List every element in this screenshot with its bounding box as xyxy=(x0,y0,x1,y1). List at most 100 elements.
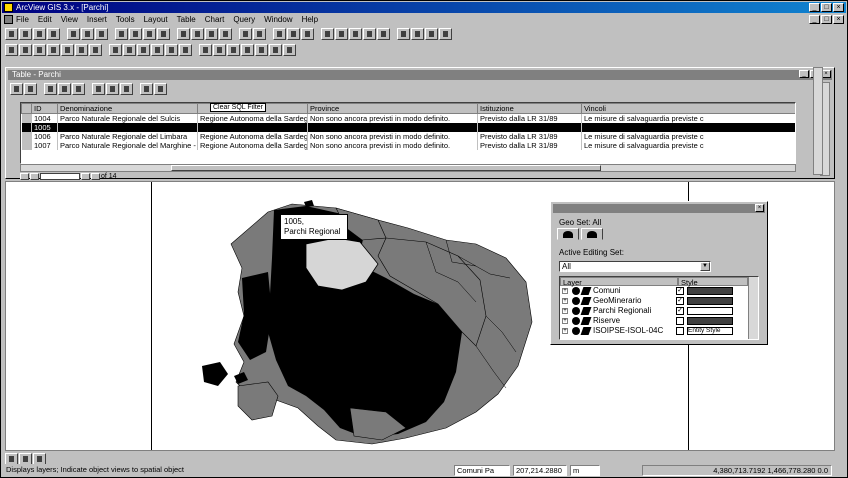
edit-icon[interactable] xyxy=(321,28,334,40)
cell-col4[interactable] xyxy=(307,123,478,132)
table-select-icon[interactable] xyxy=(10,83,23,95)
table-link-icon[interactable] xyxy=(120,83,133,95)
new-icon[interactable] xyxy=(5,28,18,40)
cell-col5[interactable]: Previsto dalla LR 31/89 xyxy=(477,141,582,150)
layer-row-parchi-regionali[interactable]: + Parchi Regionali ✓ xyxy=(560,306,758,316)
table-icon[interactable] xyxy=(239,28,252,40)
cell-col3[interactable]: Regione Autonoma della Sardegna xyxy=(197,132,308,141)
zoom-out-icon[interactable] xyxy=(129,28,142,40)
col-header-id[interactable]: ID xyxy=(31,103,58,114)
col-header-province[interactable]: Province xyxy=(307,103,478,114)
maximize-button[interactable]: □ xyxy=(821,3,832,12)
status-layer-select[interactable]: Comuni Pa xyxy=(454,465,510,476)
cell-col4[interactable]: Non sono ancora previsti in modo definit… xyxy=(307,113,478,123)
clear-sql-filter-button[interactable]: Clear SQL Filter xyxy=(210,103,266,112)
script-icon[interactable] xyxy=(283,44,296,56)
expand-icon[interactable]: + xyxy=(562,328,568,334)
layer-style-swatch[interactable] xyxy=(687,317,733,325)
cell-col5[interactable]: Previsto dalla LR 31/89 xyxy=(477,132,582,141)
cell-col5[interactable] xyxy=(477,123,582,132)
close-button[interactable]: × xyxy=(833,3,844,12)
menu-file[interactable]: File xyxy=(16,15,29,24)
table-sort-desc-icon[interactable] xyxy=(58,83,71,95)
mdi-close-button[interactable]: × xyxy=(833,15,844,24)
scrollbar-thumb[interactable] xyxy=(171,165,601,171)
status-unit[interactable]: m xyxy=(570,465,600,476)
pan-icon[interactable] xyxy=(143,28,156,40)
minimize-button[interactable]: _ xyxy=(809,3,820,12)
layer-control-close-button[interactable]: × xyxy=(755,204,764,212)
select-icon[interactable] xyxy=(157,28,170,40)
layer-checkbox[interactable] xyxy=(676,327,684,335)
visibility-icon[interactable] xyxy=(572,307,580,315)
cell-col3[interactable]: Regione Autonoma della Sardegna xyxy=(197,113,308,123)
line-icon[interactable] xyxy=(33,44,46,56)
cut-icon[interactable] xyxy=(67,28,80,40)
expand-icon[interactable]: + xyxy=(562,318,568,324)
label-icon[interactable] xyxy=(205,28,218,40)
layer-row-comuni[interactable]: + Comuni ✓ xyxy=(560,286,758,296)
export-icon[interactable] xyxy=(269,44,282,56)
merge-icon[interactable] xyxy=(377,28,390,40)
menu-chart[interactable]: Chart xyxy=(205,15,225,24)
cell-col3[interactable] xyxy=(197,123,308,132)
layer-icon[interactable] xyxy=(273,28,286,40)
attribute-grid[interactable]: ID Denominazione Province Istituzione Vi… xyxy=(20,102,796,164)
legend-tool-icon[interactable] xyxy=(227,44,240,56)
grid-icon[interactable] xyxy=(109,44,122,56)
table-row[interactable]: 1007 Parco Naturale Regionale del Marghi… xyxy=(21,141,795,150)
first-record-button[interactable] xyxy=(20,172,29,180)
polygon-icon[interactable] xyxy=(47,44,60,56)
row-selector[interactable] xyxy=(21,113,32,123)
menu-layout[interactable]: Layout xyxy=(144,15,168,24)
split-icon[interactable] xyxy=(363,28,376,40)
layer-row-geominerario[interactable]: + GeoMinerario ✓ xyxy=(560,296,758,306)
layers-tab-icon[interactable] xyxy=(557,228,579,240)
cell-col4[interactable]: Non sono ancora previsti in modo definit… xyxy=(307,132,478,141)
measure-icon[interactable] xyxy=(191,28,204,40)
cell-col6[interactable] xyxy=(581,123,795,132)
layer-style-swatch[interactable] xyxy=(687,307,733,315)
cell-col6[interactable]: Le misure di salvaguardia previste c xyxy=(581,141,795,150)
style-column-header[interactable]: Style xyxy=(678,277,748,287)
identify-icon[interactable] xyxy=(177,28,190,40)
layer-style-swatch[interactable] xyxy=(687,297,733,305)
options-tab-icon[interactable] xyxy=(581,228,603,240)
layer-checkbox[interactable]: ✓ xyxy=(676,287,684,295)
cell-name[interactable] xyxy=(57,123,198,132)
layer-list-scrollbar[interactable] xyxy=(748,277,758,339)
cell-id[interactable]: 1004 xyxy=(31,113,58,123)
active-editing-select[interactable]: All ▼ xyxy=(559,261,711,272)
row-selector[interactable] xyxy=(21,123,32,132)
clip-icon[interactable] xyxy=(151,44,164,56)
paste-icon[interactable] xyxy=(95,28,108,40)
table-print-icon[interactable] xyxy=(154,83,167,95)
point-icon[interactable] xyxy=(19,44,32,56)
layer-style-swatch[interactable]: Entity Style xyxy=(687,327,733,335)
status-scale[interactable]: 207,214.2880 xyxy=(513,465,567,476)
cell-id[interactable]: 1005 xyxy=(31,123,58,132)
layer-checkbox[interactable]: ✓ xyxy=(676,307,684,315)
visibility-icon[interactable] xyxy=(572,317,580,325)
menu-table[interactable]: Table xyxy=(177,15,196,24)
cell-id[interactable]: 1007 xyxy=(31,141,58,150)
table-row-selected[interactable]: 1005 xyxy=(21,123,795,132)
next-record-button[interactable] xyxy=(81,172,90,180)
visibility-icon[interactable] xyxy=(572,297,580,305)
cell-name[interactable]: Parco Naturale Regionale del Marghine - … xyxy=(57,141,198,150)
mdi-restore-button[interactable]: □ xyxy=(821,15,832,24)
document-icon[interactable] xyxy=(4,15,13,24)
col-header-vincoli[interactable]: Vincoli xyxy=(581,103,795,114)
legend-icon[interactable] xyxy=(301,28,314,40)
menu-view[interactable]: View xyxy=(61,15,78,24)
bookmark-icon[interactable] xyxy=(425,28,438,40)
cell-col3[interactable]: Regione Autonoma della Sardegna xyxy=(197,141,308,150)
arrow-icon[interactable] xyxy=(5,44,18,56)
grid-corner[interactable] xyxy=(21,103,32,114)
theme-icon[interactable] xyxy=(287,28,300,40)
prev-record-button[interactable] xyxy=(30,172,39,180)
cell-col5[interactable]: Previsto dalla LR 31/89 xyxy=(477,113,582,123)
rectangle-icon[interactable] xyxy=(61,44,74,56)
north-arrow-icon[interactable] xyxy=(199,44,212,56)
cell-col6[interactable]: Le misure di salvaguardia previste c xyxy=(581,113,795,123)
